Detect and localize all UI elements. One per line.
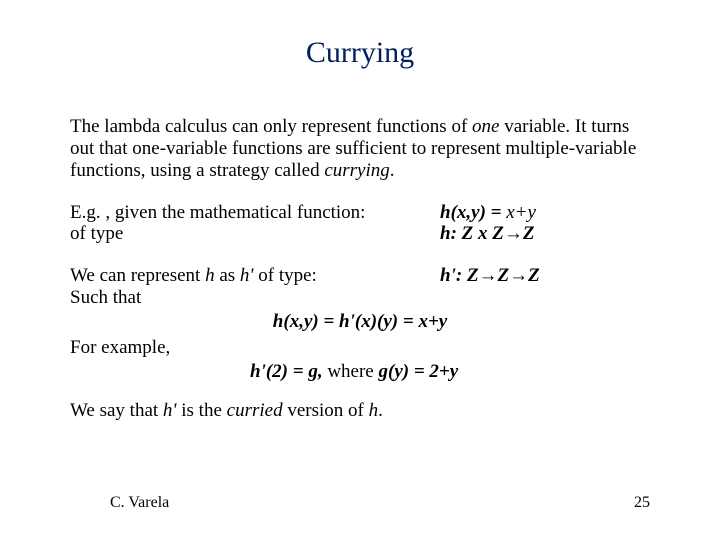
row2-right: h': Z→Z→Z <box>440 265 650 309</box>
closing-sentence: We say that h' is the curried version of… <box>70 400 650 422</box>
closing-g: . <box>378 400 383 421</box>
row2-right-line1: h': Z→Z→Z <box>440 265 650 287</box>
para1-one: one <box>472 116 499 137</box>
row1-right-line1: h(x,y) = x+y <box>440 202 650 224</box>
for-example-label: For example, <box>70 337 650 359</box>
row2-type-hprime: h': <box>440 265 467 286</box>
row1-expr-xy: x+y <box>506 202 536 223</box>
row2-type-z3: Z <box>528 265 540 286</box>
row2: We can represent h as h' of type: Such t… <box>70 265 650 309</box>
row1-left-line1: E.g. , given the mathematical function: <box>70 202 440 224</box>
row2-h: h <box>205 265 215 286</box>
intro-paragraph: The lambda calculus can only represent f… <box>70 116 650 182</box>
equation-indent: h'(2) = g, where g(y) = 2+y <box>250 361 650 383</box>
arrow-icon: → <box>504 223 523 244</box>
closing-e: version of <box>283 400 369 421</box>
row1-type-h: h: <box>440 223 462 244</box>
slide-title: Currying <box>70 36 650 70</box>
footer-author: C. Varela <box>110 494 169 512</box>
row2-text-c: as <box>215 265 240 286</box>
row1-func-h: h(x,y) = <box>440 202 506 223</box>
row1-type-zxz: Z x Z <box>462 223 504 244</box>
row2-text-a: We can represent <box>70 265 205 286</box>
closing-c: is the <box>177 400 227 421</box>
equation-center: h(x,y) = h'(x)(y) = x+y <box>70 311 650 333</box>
eq-hprime2: h'(2) = g, <box>250 361 327 382</box>
row2-left: We can represent h as h' of type: Such t… <box>70 265 440 309</box>
row1-left-line2: of type <box>70 223 440 245</box>
footer-page-number: 25 <box>634 494 650 512</box>
closing-curried: curried <box>227 400 283 421</box>
arrow-icon: → <box>479 265 498 286</box>
row1-left: E.g. , given the mathematical function: … <box>70 202 440 246</box>
closing-hprime: h' <box>163 400 177 421</box>
example-row-1: E.g. , given the mathematical function: … <box>70 202 650 246</box>
row1-right: h(x,y) = x+y h: Z x Z→Z <box>440 202 650 246</box>
row2-hprime: h' <box>240 265 254 286</box>
row2-type-z2: Z <box>498 265 510 286</box>
closing-h: h <box>369 400 379 421</box>
eq-gy: g(y) = 2+y <box>379 361 459 382</box>
arrow-icon: → <box>509 265 528 286</box>
para1-currying: currying <box>324 160 389 181</box>
para1-text-e: . <box>390 160 395 181</box>
row1-right-line2: h: Z x Z→Z <box>440 223 650 245</box>
row2-left-line2: Such that <box>70 287 440 309</box>
eq-where: where <box>327 361 378 382</box>
row2-left-line1: We can represent h as h' of type: <box>70 265 440 287</box>
example-block-2: We can represent h as h' of type: Such t… <box>70 265 650 382</box>
row1-type-z: Z <box>523 223 535 244</box>
row2-type-z1: Z <box>467 265 479 286</box>
row2-text-e: of type: <box>254 265 317 286</box>
eq-hxy: h(x,y) = h'(x)(y) = x+y <box>273 311 447 332</box>
para1-text-a: The lambda calculus can only represent f… <box>70 116 472 137</box>
closing-a: We say that <box>70 400 163 421</box>
